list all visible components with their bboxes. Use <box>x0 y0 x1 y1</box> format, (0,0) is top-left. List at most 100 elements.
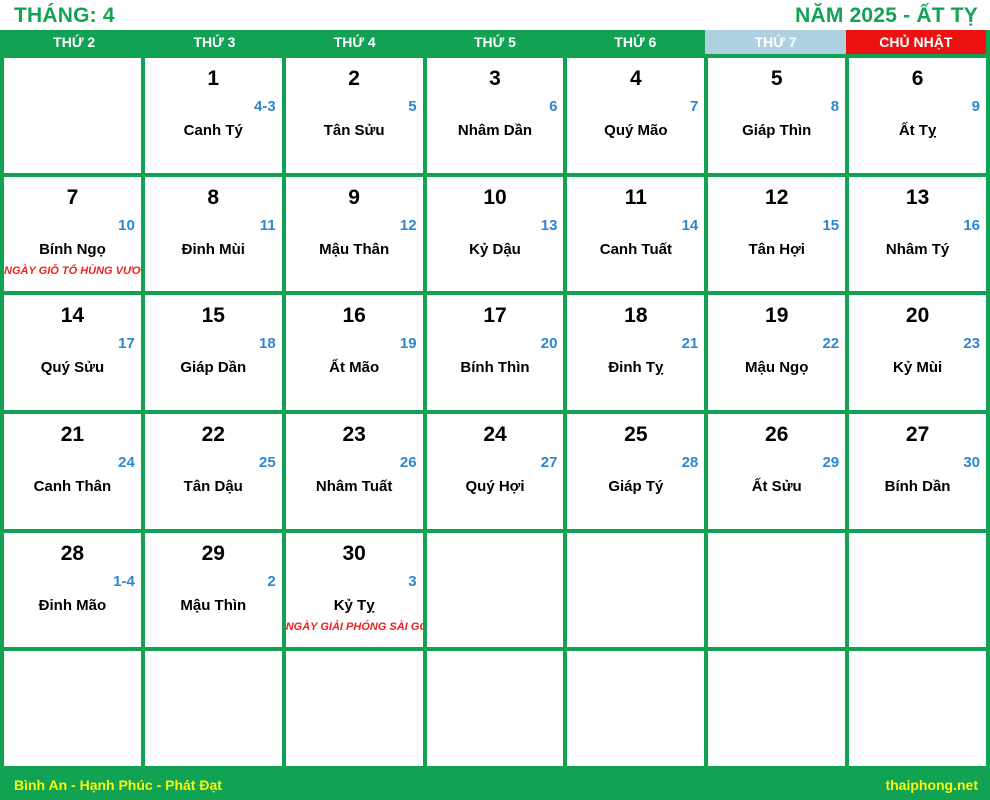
can-chi-label: Giáp Tý <box>608 477 664 495</box>
lunar-day-number: 29 <box>822 453 840 471</box>
solar-day-number: 15 <box>201 304 225 328</box>
lunar-day-number: 1-4 <box>113 572 135 590</box>
day-cell[interactable]: 25 28 Giáp Tý <box>567 413 705 529</box>
can-chi-label: Ất Tỵ <box>898 122 937 139</box>
calendar-footer: Bình An - Hạnh Phúc - Phát Đạt thaiphong… <box>0 770 990 800</box>
can-chi-label: Canh Thân <box>33 477 112 495</box>
day-cell[interactable]: 23 26 Nhâm Tuất <box>285 413 423 529</box>
day-cell[interactable]: 26 29 Ất Sửu <box>708 413 846 529</box>
day-cell[interactable]: 3 6 Nhâm Dần <box>426 58 564 173</box>
lunar-day-number: 5 <box>408 98 417 115</box>
day-cell-empty <box>144 651 282 766</box>
day-cell[interactable]: 19 22 Mậu Ngọ <box>708 295 846 410</box>
day-cell[interactable]: 21 24 Canh Thân <box>4 413 141 529</box>
month-title: THÁNG: 4 <box>14 3 115 27</box>
day-cell[interactable]: 27 30 Bính Dần <box>849 413 986 529</box>
day-cell-empty <box>567 532 705 648</box>
day-cell[interactable]: 18 21 Đinh Tỵ <box>567 295 705 410</box>
can-chi-label: Đinh Mão <box>38 596 107 614</box>
can-chi-label: Đinh Tỵ <box>608 359 664 377</box>
day-cell[interactable]: 16 19 Ất Mão <box>285 295 423 410</box>
day-cell[interactable]: 11 14 Canh Tuất <box>567 176 705 292</box>
weekday-header-6: THỨ 7 <box>705 30 846 54</box>
lunar-day-number: 7 <box>689 98 699 115</box>
solar-day-number: 21 <box>60 422 85 446</box>
day-cell[interactable]: 2 5 Tân Sửu <box>285 58 423 173</box>
day-cell[interactable]: 15 18 Giáp Dần <box>144 295 282 410</box>
weekday-header-4: THỨ 5 <box>424 30 566 54</box>
solar-day-number: 5 <box>770 67 783 90</box>
lunar-day-number: 23 <box>963 335 980 353</box>
day-cell[interactable]: 30 3 Kỷ Tỵ NGÀY GIẢI PHÓNG SÀI GÒN <box>285 532 423 648</box>
weekday-header-row: THỨ 2 THỨ 3 THỨ 4 THỨ 5 THỨ 6 THỨ 7 CHỦ NHẬT <box>0 30 990 54</box>
solar-day-number: 1 <box>207 67 220 90</box>
day-cell[interactable]: 1 4-3 Canh Tý <box>144 58 282 173</box>
solar-day-number: 24 <box>483 422 507 446</box>
lunar-day-number: 13 <box>540 216 558 234</box>
lunar-day-number: 27 <box>540 453 558 471</box>
weekday-header-1: THỨ 2 <box>4 30 145 54</box>
lunar-day-number: 20 <box>540 335 558 353</box>
can-chi-label: Đinh Mùi <box>181 240 245 258</box>
can-chi-label: Nhâm Tuất <box>315 477 393 495</box>
day-cell[interactable]: 14 17 Quý Sửu <box>4 295 141 410</box>
can-chi-label: Ất Sửu <box>751 477 802 495</box>
lunar-day-number: 11 <box>259 216 276 234</box>
calendar-titlebar: THÁNG: 4 NĂM 2025 - ẤT TỴ <box>0 0 990 30</box>
day-cell[interactable]: 17 20 Bính Thìn <box>426 295 564 410</box>
lunar-day-number: 9 <box>971 98 980 115</box>
can-chi-label: Canh Tý <box>183 122 243 139</box>
can-chi-label: Nhâm Tý <box>885 240 950 258</box>
solar-day-number: 9 <box>348 185 360 209</box>
can-chi-label: Kỷ Tỵ <box>333 596 375 614</box>
lunar-day-number: 24 <box>118 453 135 471</box>
can-chi-label: Kỷ Mùi <box>892 359 943 377</box>
can-chi-label: Nhâm Dần <box>457 122 533 139</box>
lunar-day-number: 10 <box>118 216 135 234</box>
footer-slogan: Bình An - Hạnh Phúc - Phát Đạt <box>14 777 222 793</box>
lunar-day-number: 22 <box>822 335 840 353</box>
day-cell[interactable]: 4 7 Quý Mão <box>567 58 705 173</box>
lunar-day-number: 26 <box>399 453 417 471</box>
holiday-label: NGÀY GIỖ TỔ HÙNG VƯƠNG <box>4 264 141 277</box>
day-cell[interactable]: 22 25 Tân Dậu <box>144 413 282 529</box>
solar-day-number: 19 <box>765 304 789 328</box>
can-chi-label: Giáp Dần <box>180 359 247 377</box>
can-chi-label: Quý Sửu <box>40 359 105 377</box>
day-cell[interactable]: 10 13 Kỷ Dậu <box>426 176 564 292</box>
calendar-page: THÁNG: 4 NĂM 2025 - ẤT TỴ THỨ 2 THỨ 3 THỨ … <box>0 0 990 800</box>
solar-day-number: 26 <box>765 422 789 446</box>
day-cell[interactable]: 9 12 Mậu Thân <box>285 176 423 292</box>
day-cell[interactable]: 13 16 Nhâm Tý <box>849 176 986 292</box>
solar-day-number: 20 <box>905 304 930 328</box>
day-cell-empty <box>285 651 423 766</box>
day-cell[interactable]: 20 23 Kỷ Mùi <box>849 295 986 410</box>
can-chi-label: Ất Mão <box>329 359 380 377</box>
lunar-day-number: 15 <box>822 216 840 234</box>
day-cell[interactable]: 6 9 Ất Tỵ <box>849 58 986 173</box>
day-cell[interactable]: 12 15 Tân Hợi <box>708 176 846 292</box>
can-chi-label: Tân Sửu <box>323 122 385 139</box>
day-cell-empty <box>849 532 986 648</box>
day-cell[interactable]: 7 10 Bính Ngọ NGÀY GIỖ TỔ HÙNG VƯƠNG <box>4 176 141 292</box>
solar-day-number: 29 <box>201 541 225 565</box>
can-chi-label: Bính Thìn <box>460 359 530 377</box>
day-cell-empty <box>426 651 564 766</box>
day-cell-empty <box>708 651 846 766</box>
day-cell[interactable]: 5 8 Giáp Thìn <box>708 58 846 173</box>
day-cell-empty <box>849 651 986 766</box>
lunar-day-number: 6 <box>549 98 558 115</box>
day-cell[interactable]: 28 1-4 Đinh Mão <box>4 532 141 648</box>
can-chi-label: Canh Tuất <box>599 240 672 258</box>
lunar-day-number: 8 <box>830 98 840 115</box>
solar-day-number: 30 <box>342 541 366 565</box>
footer-site[interactable]: thaiphong.net <box>885 778 978 792</box>
solar-day-number: 23 <box>342 422 366 446</box>
solar-day-number: 11 <box>624 185 647 209</box>
day-cell[interactable]: 24 27 Quý Hợi <box>426 413 564 529</box>
day-cell[interactable]: 29 2 Mậu Thìn <box>144 532 282 648</box>
solar-day-number: 22 <box>201 422 225 446</box>
lunar-day-number: 17 <box>118 335 135 353</box>
day-cell[interactable]: 8 11 Đinh Mùi <box>144 176 282 292</box>
lunar-day-number: 16 <box>963 216 980 234</box>
